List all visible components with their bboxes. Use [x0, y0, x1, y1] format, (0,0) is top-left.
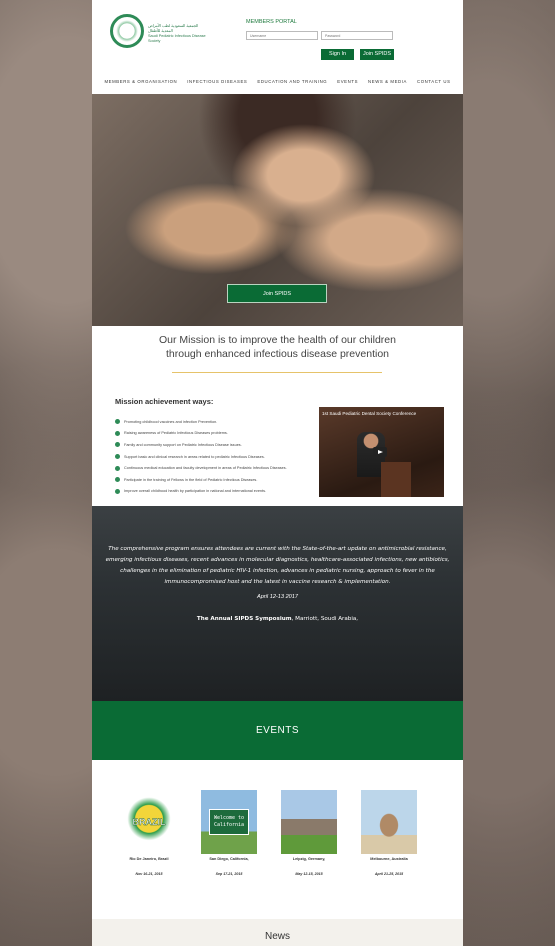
join-spids-header-button[interactable]: Join SPIDS: [360, 49, 394, 60]
username-input[interactable]: [246, 31, 318, 40]
event-card[interactable]: Welcome to California San Diego, Califor…: [201, 790, 257, 876]
check-icon: [115, 477, 120, 483]
event-card[interactable]: BRAZIL Rio De Janeiro, Brazil Nov 16-21,…: [121, 790, 177, 876]
program-text: The comprehensive program ensures attend…: [105, 546, 450, 585]
site-header: الجمعية السعودية لطب الأمراض المعدية للأ…: [92, 0, 463, 94]
check-icon: [115, 430, 120, 436]
list-item: Family and community support on Pediatri…: [115, 439, 315, 451]
nav-news-media[interactable]: NEWS & MEDIA: [368, 79, 407, 84]
list-item: Support basic and clinical research in a…: [115, 451, 315, 463]
event-date: Sep 17-21, 2015: [215, 872, 243, 876]
nav-education[interactable]: EDUCATION AND TRAINING: [257, 79, 327, 84]
main-nav: MEMBERS & ORGANISATION INFECTIOUS DISEAS…: [92, 79, 463, 84]
mission-divider: [172, 372, 382, 373]
event-date: Nov 16-21, 2015: [135, 872, 163, 876]
event-card[interactable]: Leipzig, Germany, May 12-15, 2015: [281, 790, 337, 876]
event-date: May 12-15, 2015: [295, 872, 323, 876]
mission-ways-list: Promoting childhood vaccines and infecti…: [115, 416, 315, 497]
video-thumbnail-podium: [381, 462, 411, 497]
video-player[interactable]: 1st Saudi Pediatric Dental Society Confe…: [319, 407, 444, 497]
hero-banner: Join SPIDS: [92, 94, 463, 326]
list-item: Continuous medical education and faculty…: [115, 462, 315, 474]
symposium-name: The Annual SIPDS Symposium: [196, 616, 292, 622]
list-item: Promoting childhood vaccines and infecti…: [115, 416, 315, 428]
symposium-location: , Marriott, Soudi Arabia,: [291, 616, 359, 622]
spids-logo-icon[interactable]: [110, 14, 144, 48]
mission-ways-title: Mission achievement ways:: [115, 397, 214, 406]
nav-contact[interactable]: CONTACT US: [417, 79, 451, 84]
check-icon: [115, 442, 120, 448]
program-date: April 12-13 2017: [256, 594, 299, 600]
event-date: April 21-25, 2015: [374, 872, 404, 876]
mission-title-line2: through enhanced infectious disease prev…: [166, 348, 389, 360]
logo-text: الجمعية السعودية لطب الأمراض المعدية للأ…: [148, 24, 208, 44]
logo-text-arabic: الجمعية السعودية لطب الأمراض المعدية للأ…: [148, 24, 199, 33]
event-city: Rio De Janeiro, Brazil: [129, 857, 169, 861]
list-item: Improve overall childhood health by part…: [115, 486, 315, 498]
logo-text-english: Saudi Pediatric Infectious Disease Socie…: [148, 34, 206, 43]
nav-events[interactable]: EVENTS: [337, 79, 358, 84]
event-image-melbourne[interactable]: [361, 790, 417, 854]
check-icon: [115, 454, 120, 460]
check-icon: [115, 488, 120, 494]
sign-in-button[interactable]: Sign In: [321, 49, 354, 60]
symposium-line: The Annual SIPDS Symposium, Marriott, So…: [92, 616, 463, 622]
play-icon[interactable]: [373, 447, 387, 457]
events-header: EVENTS: [92, 701, 463, 760]
event-image-label: BRAZIL: [132, 817, 166, 827]
news-title: News: [264, 931, 290, 942]
event-city: Leipzig, Germany,: [292, 857, 326, 861]
program-section: The comprehensive program ensures attend…: [92, 506, 463, 701]
password-input[interactable]: [321, 31, 393, 40]
join-spids-hero-button[interactable]: Join SPIDS: [227, 284, 327, 303]
event-city: San Diego, California,: [209, 857, 249, 861]
mission-title-line1: Our Mission is to improve the health of …: [159, 334, 396, 346]
list-item: Raising awareness of Pediatric Infectiou…: [115, 428, 315, 440]
page-container: الجمعية السعودية لطب الأمراض المعدية للأ…: [92, 0, 463, 946]
check-icon: [115, 465, 120, 471]
members-portal-label: MEMBERS PORTAL: [246, 19, 297, 25]
nav-members[interactable]: MEMBERS & ORGANISATION: [104, 79, 177, 84]
list-item: Participate in the training of Fellows i…: [115, 474, 315, 486]
event-image-label: Welcome to California: [209, 809, 249, 835]
news-section: News: [92, 919, 463, 946]
check-icon: [115, 419, 120, 425]
event-image-brazil[interactable]: BRAZIL: [121, 790, 177, 854]
event-city: Melbourne, Australia: [370, 857, 408, 861]
event-image-leipzig[interactable]: [281, 790, 337, 854]
event-image-california[interactable]: Welcome to California: [201, 790, 257, 854]
nav-infectious-diseases[interactable]: INFECTIOUS DISEASES: [187, 79, 247, 84]
mission-title: Our Mission is to improve the health of …: [92, 333, 463, 361]
video-title[interactable]: 1st Saudi Pediatric Dental Society Confe…: [322, 411, 416, 416]
event-card[interactable]: Melbourne, Australia April 21-25, 2015: [361, 790, 417, 876]
events-title: EVENTS: [255, 725, 299, 736]
